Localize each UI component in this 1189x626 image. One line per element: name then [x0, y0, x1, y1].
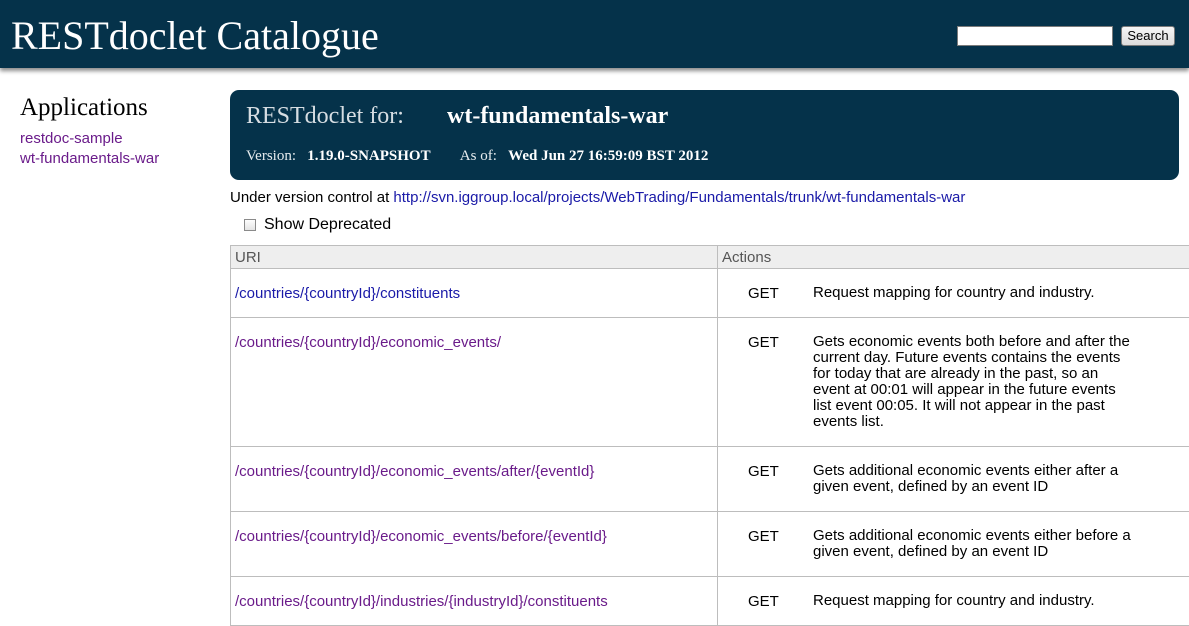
- table-header-row: URI Actions: [231, 246, 1189, 269]
- show-deprecated-label: Show Deprecated: [264, 216, 391, 234]
- table-row: /countries/{countryId}/economic_events/ …: [231, 318, 1189, 447]
- version-control-line: Under version control at http://svn.iggr…: [230, 189, 965, 206]
- top-bar: RESTdoclet Catalogue Search: [0, 0, 1189, 68]
- version-control-prefix: Under version control at: [230, 189, 389, 206]
- method-description: Request mapping for country and industry…: [813, 593, 1138, 610]
- uri-link[interactable]: /countries/{countryId}/economic_events/a…: [235, 463, 594, 480]
- method-description: Request mapping for country and industry…: [813, 285, 1138, 302]
- actions-cell: GET Gets additional economic events eith…: [718, 512, 1189, 577]
- method-description: Gets additional economic events either a…: [813, 463, 1138, 495]
- uri-cell: /countries/{countryId}/industries/{indus…: [231, 577, 718, 626]
- version-value: 1.19.0-SNAPSHOT: [307, 148, 430, 164]
- sidebar-item-wt-fundamentals-war[interactable]: wt-fundamentals-war: [20, 149, 220, 169]
- uri-cell: /countries/{countryId}/constituents: [231, 269, 718, 318]
- site-title: RESTdoclet Catalogue: [11, 10, 379, 62]
- search-input[interactable]: [957, 26, 1113, 46]
- http-method: GET: [718, 528, 813, 560]
- sidebar-item-restdoc-sample[interactable]: restdoc-sample: [20, 129, 220, 149]
- table-row: /countries/{countryId}/constituents GET …: [231, 269, 1189, 318]
- banner-meta: Version: 1.19.0-SNAPSHOT As of: Wed Jun …: [246, 148, 708, 165]
- app-banner: RESTdoclet for: wt-fundamentals-war Vers…: [230, 90, 1179, 180]
- http-method: GET: [718, 334, 813, 430]
- version-label: Version:: [246, 148, 296, 164]
- sidebar: Applications restdoc-sample wt-fundament…: [20, 93, 220, 169]
- table-row: /countries/{countryId}/industries/{indus…: [231, 577, 1189, 626]
- sidebar-heading: Applications: [20, 93, 220, 123]
- search-button[interactable]: Search: [1121, 26, 1175, 46]
- actions-cell: GET Request mapping for country and indu…: [718, 577, 1189, 626]
- http-method: GET: [718, 593, 813, 610]
- method-description: Gets additional economic events either b…: [813, 528, 1138, 560]
- uri-cell: /countries/{countryId}/economic_events/a…: [231, 447, 718, 512]
- actions-cell: GET Request mapping for country and indu…: [718, 269, 1189, 318]
- table-row: /countries/{countryId}/economic_events/a…: [231, 447, 1189, 512]
- uri-link[interactable]: /countries/{countryId}/industries/{indus…: [235, 593, 608, 610]
- show-deprecated-checkbox[interactable]: [244, 219, 256, 231]
- actions-cell: GET Gets economic events both before and…: [718, 318, 1189, 447]
- uri-link[interactable]: /countries/{countryId}/economic_events/: [235, 334, 501, 351]
- uri-link[interactable]: /countries/{countryId}/constituents: [235, 285, 460, 302]
- actions-cell: GET Gets additional economic events eith…: [718, 447, 1189, 512]
- method-description: Gets economic events both before and aft…: [813, 334, 1138, 430]
- banner-for-label: RESTdoclet for:: [246, 103, 404, 130]
- table-row: /countries/{countryId}/economic_events/b…: [231, 512, 1189, 577]
- version-control-link[interactable]: http://svn.iggroup.local/projects/WebTra…: [393, 189, 965, 206]
- actions-column-header: Actions: [718, 246, 1189, 269]
- uri-table: URI Actions /countries/{countryId}/const…: [230, 245, 1189, 626]
- http-method: GET: [718, 463, 813, 495]
- http-method: GET: [718, 285, 813, 302]
- uri-link[interactable]: /countries/{countryId}/economic_events/b…: [235, 528, 607, 545]
- show-deprecated[interactable]: Show Deprecated: [244, 216, 391, 234]
- uri-cell: /countries/{countryId}/economic_events/b…: [231, 512, 718, 577]
- as-of-value: Wed Jun 27 16:59:09 BST 2012: [508, 148, 708, 164]
- uri-cell: /countries/{countryId}/economic_events/: [231, 318, 718, 447]
- banner-app-name: wt-fundamentals-war: [447, 103, 668, 130]
- as-of-label: As of:: [460, 148, 497, 164]
- uri-column-header: URI: [231, 246, 718, 269]
